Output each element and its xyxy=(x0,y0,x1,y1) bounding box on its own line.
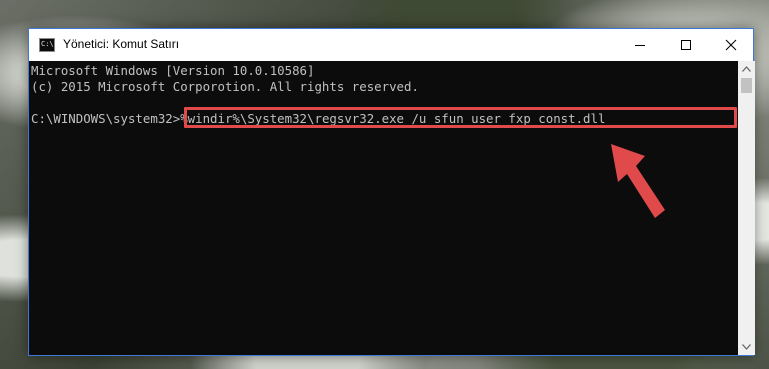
maximize-button[interactable] xyxy=(663,29,709,60)
command-highlight-box xyxy=(184,107,737,128)
scroll-up-button[interactable] xyxy=(738,61,755,77)
scroll-down-button[interactable] xyxy=(738,339,755,355)
console-line: Microsoft Windows [Version 10.0.10586] xyxy=(31,63,315,78)
scroll-thumb[interactable] xyxy=(741,78,752,93)
minimize-icon xyxy=(635,44,645,46)
close-button[interactable] xyxy=(708,29,754,60)
chevron-down-icon xyxy=(742,344,751,350)
chevron-up-icon xyxy=(742,66,751,72)
title-bar[interactable]: C:\ Yönetici: Komut Satırı xyxy=(29,29,753,61)
cmd-icon: C:\ xyxy=(39,38,55,52)
close-icon xyxy=(725,39,737,50)
window-title: Yönetici: Komut Satırı xyxy=(63,37,180,51)
maximize-icon xyxy=(681,39,691,50)
vertical-scrollbar[interactable] xyxy=(738,61,755,355)
console-prompt: C:\WINDOWS\system32> xyxy=(31,111,181,126)
minimize-button[interactable] xyxy=(617,29,663,60)
arrow-icon xyxy=(611,144,665,218)
console-line: (c) 2015 Microsoft Corporotion. All righ… xyxy=(31,79,419,94)
